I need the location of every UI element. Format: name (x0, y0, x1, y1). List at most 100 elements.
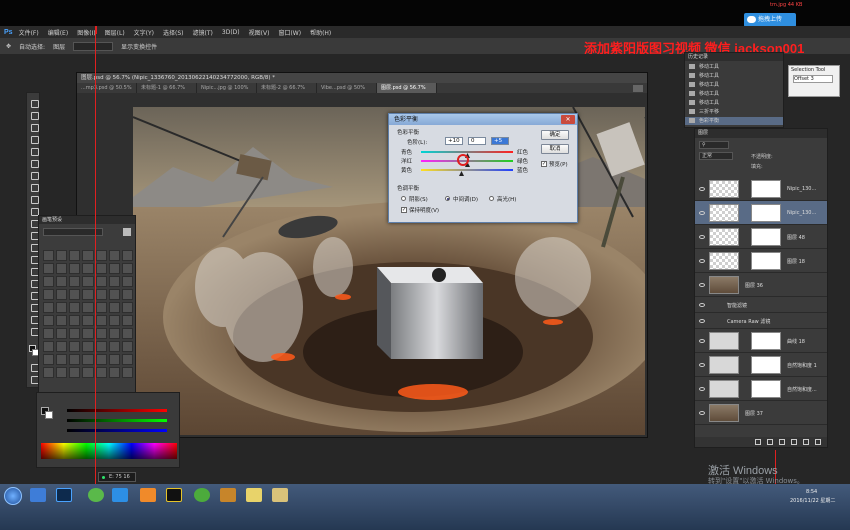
brush-preset-swatch[interactable] (56, 302, 68, 313)
brush-preset-swatch[interactable] (56, 354, 68, 365)
ok-button[interactable]: 确定 (541, 130, 569, 140)
layer-row[interactable]: 曲线 18 (695, 329, 827, 353)
layer-row[interactable]: Nipic_130... (695, 201, 827, 225)
yellow-blue-slider-thumb[interactable] (459, 171, 464, 176)
brush-preset-swatch[interactable] (121, 354, 133, 365)
brush-preset-swatch[interactable] (82, 367, 94, 378)
brush-tool-icon[interactable] (30, 183, 39, 192)
brush-preset-swatch[interactable] (43, 250, 55, 261)
trash-icon[interactable] (815, 439, 821, 445)
layer-mask-thumbnail[interactable] (751, 180, 781, 198)
color-slider-b[interactable] (67, 429, 167, 432)
blur-tool-icon[interactable] (30, 243, 39, 252)
layer-row[interactable]: 智能滤镜 (695, 297, 827, 313)
auto-select-target[interactable]: 图层 (53, 42, 65, 51)
visibility-eye-icon[interactable] (699, 259, 705, 263)
document-tab[interactable]: 未标题-1 @ 66.7% (137, 83, 197, 93)
quick-select-tool-icon[interactable] (30, 135, 39, 144)
brush-preset-swatch[interactable] (43, 276, 55, 287)
layer-mask-thumbnail[interactable] (751, 380, 781, 398)
brush-preset-swatch[interactable] (108, 367, 120, 378)
history-title[interactable]: 历史记录 (685, 53, 783, 61)
layer-row[interactable]: 图层 18 (695, 249, 827, 273)
brush-preset-swatch[interactable] (69, 315, 81, 326)
brush-preset-swatch[interactable] (82, 263, 94, 274)
brush-preset-swatch[interactable] (121, 302, 133, 313)
brush-preset-swatch[interactable] (82, 354, 94, 365)
history-item[interactable]: 移动工具 (685, 99, 783, 107)
history-item[interactable]: 移动工具 (685, 90, 783, 98)
background-color-swatch[interactable] (45, 411, 53, 419)
eraser-tool-icon[interactable] (30, 219, 39, 228)
zoom-tool-icon[interactable] (30, 327, 39, 336)
visibility-eye-icon[interactable] (699, 387, 705, 391)
visibility-eye-icon[interactable] (699, 283, 705, 287)
visibility-eye-icon[interactable] (699, 187, 705, 191)
menu-view[interactable]: 视图(V) (249, 28, 270, 37)
dodge-tool-icon[interactable] (30, 255, 39, 264)
brush-preset-swatch[interactable] (121, 263, 133, 274)
brush-preset-swatch[interactable] (43, 289, 55, 300)
brush-preset-swatch[interactable] (56, 341, 68, 352)
history-brush-tool-icon[interactable] (30, 207, 39, 216)
brush-preset-swatch[interactable] (108, 289, 120, 300)
brush-preset-swatch[interactable] (43, 367, 55, 378)
menu-filter[interactable]: 滤镜(T) (193, 28, 213, 37)
level-magenta-green-input[interactable]: 0 (468, 137, 486, 145)
pen-tool-icon[interactable] (30, 267, 39, 276)
marquee-tool-icon[interactable] (30, 111, 39, 120)
layer-mask-thumbnail[interactable] (751, 204, 781, 222)
brush-preset-swatch[interactable] (95, 328, 107, 339)
dialog-title[interactable]: 色彩平衡 (389, 114, 577, 125)
crop-tool-icon[interactable] (30, 147, 39, 156)
brush-preset-swatch[interactable] (121, 315, 133, 326)
auto-select-label[interactable]: 自动选择: (19, 42, 45, 51)
brush-preset-swatch[interactable] (56, 276, 68, 287)
level-cyan-red-input[interactable]: +10 (445, 137, 463, 145)
cancel-button[interactable]: 取消 (541, 144, 569, 154)
layer-row[interactable]: 图层 36 (695, 273, 827, 297)
brush-presets-title[interactable]: 画笔预设 (39, 216, 135, 224)
brush-preset-swatch[interactable] (108, 354, 120, 365)
menu-3d[interactable]: 3D(D) (222, 29, 240, 36)
visibility-eye-icon[interactable] (699, 411, 705, 415)
layers-title[interactable]: 图层 (695, 129, 827, 138)
brush-preset-swatch[interactable] (95, 263, 107, 274)
document-tab[interactable]: 未标题-2 @ 66.7% (257, 83, 317, 93)
brush-preset-swatch[interactable] (56, 263, 68, 274)
clock-date[interactable]: 2016/11/22 星期二 (790, 497, 835, 504)
link-layers-icon[interactable] (755, 439, 761, 445)
brush-preset-swatch[interactable] (108, 250, 120, 261)
layer-row[interactable]: 自然饱和度 1 (695, 353, 827, 377)
brush-preset-swatch[interactable] (43, 354, 55, 365)
blend-mode-select[interactable]: 正常 (699, 152, 733, 160)
brush-preset-swatch[interactable] (43, 315, 55, 326)
document-tab[interactable]: ...mp3.psd @ 50.5% (77, 83, 137, 93)
add-mask-icon[interactable] (779, 439, 785, 445)
layer-row[interactable]: Nipic_130... (695, 177, 827, 201)
menu-file[interactable]: 文件(F) (19, 28, 39, 37)
brush-preset-swatch[interactable] (95, 367, 107, 378)
show-transform-controls[interactable]: 显示变换控件 (121, 42, 157, 51)
type-tool-icon[interactable] (30, 279, 39, 288)
document-title[interactable]: 图层.psd @ 56.7% (Nipic_1336760_2013062214… (77, 73, 647, 83)
visibility-eye-icon[interactable] (699, 303, 705, 307)
layer-mask-thumbnail[interactable] (751, 356, 781, 374)
menu-type[interactable]: 文字(Y) (134, 28, 154, 37)
layer-mask-thumbnail[interactable] (751, 252, 781, 270)
explorer-app-icon[interactable] (30, 488, 46, 502)
gradient-tool-icon[interactable] (30, 231, 39, 240)
offset-field[interactable]: Offset 3 (793, 75, 833, 83)
brush-preset-swatch[interactable] (82, 341, 94, 352)
brush-preset-swatch[interactable] (56, 315, 68, 326)
visibility-eye-icon[interactable] (699, 211, 705, 215)
brush-preset-swatch[interactable] (82, 276, 94, 287)
visibility-eye-icon[interactable] (699, 235, 705, 239)
move-tool-icon[interactable]: ✥ (6, 43, 11, 50)
panel-menu-icon[interactable] (123, 228, 131, 236)
app-icon[interactable] (140, 488, 156, 502)
brush-preset-swatch[interactable] (56, 250, 68, 261)
brush-preset-swatch[interactable] (56, 289, 68, 300)
selection-tool-title[interactable]: Selection Tool (791, 67, 825, 73)
brush-preset-swatch[interactable] (108, 341, 120, 352)
